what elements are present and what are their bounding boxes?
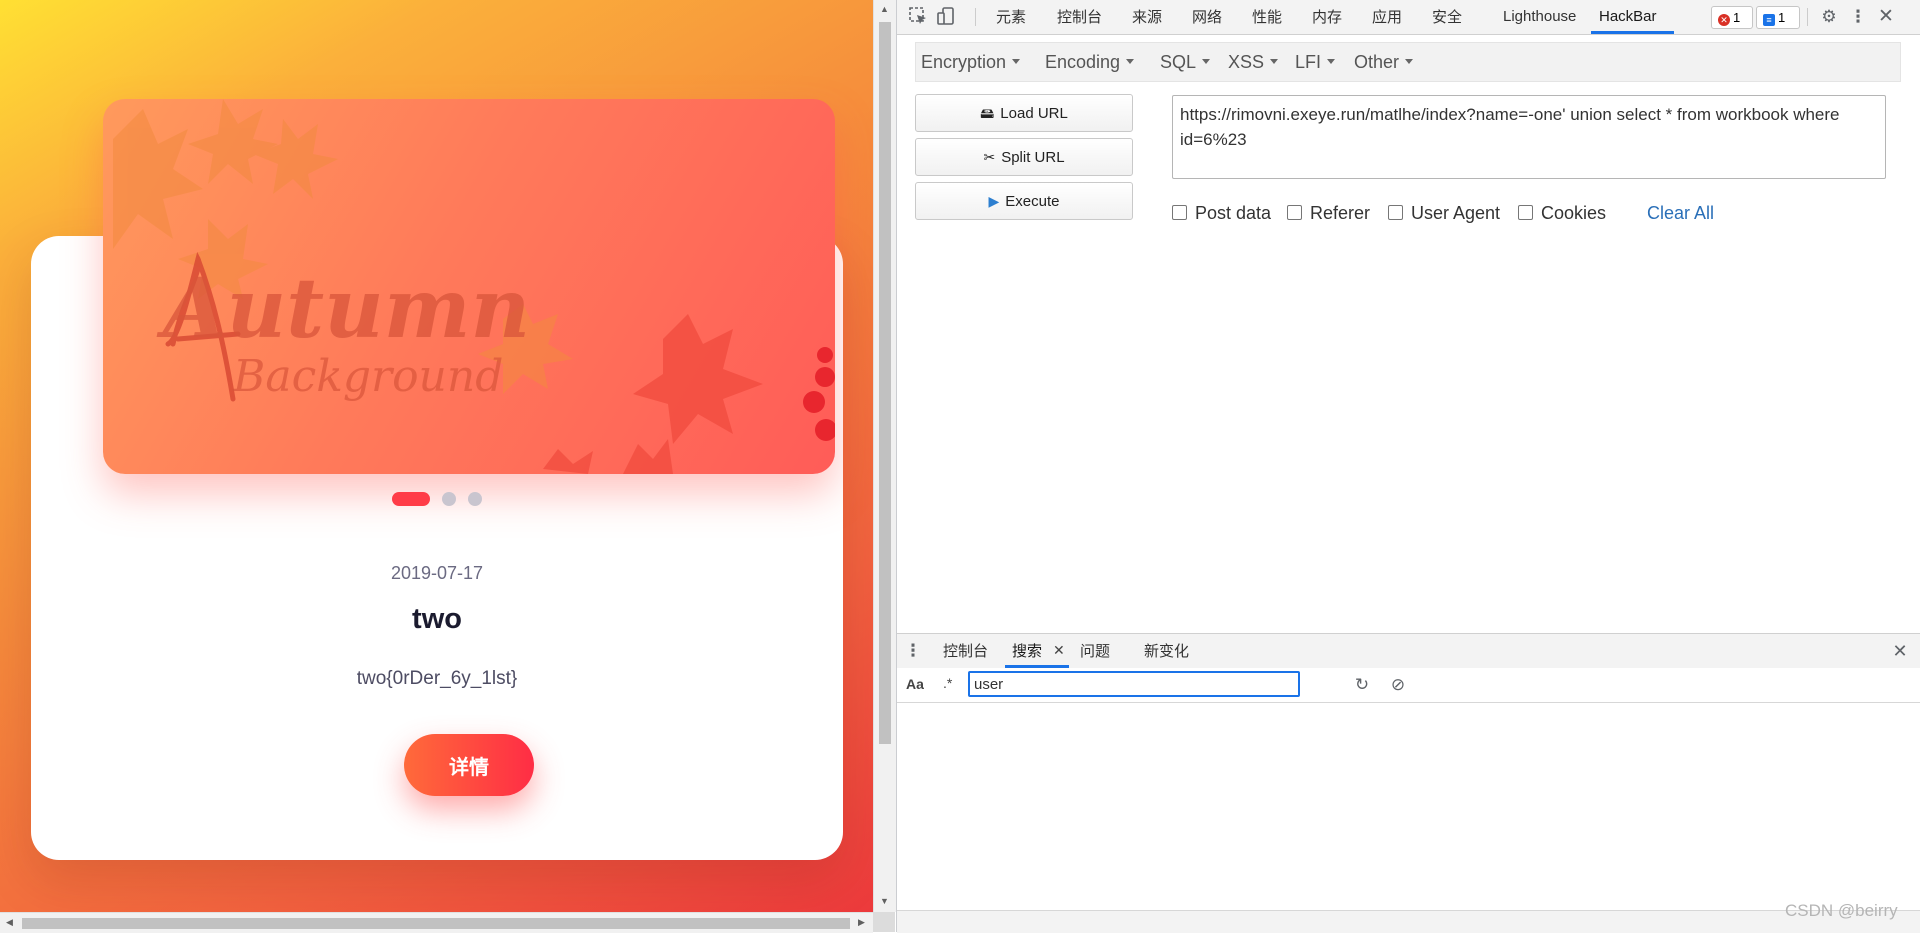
- regex-toggle[interactable]: .*: [943, 675, 952, 691]
- horizontal-scroll-thumb[interactable]: [22, 918, 850, 929]
- tab-network[interactable]: 网络: [1192, 0, 1222, 34]
- vertical-scrollbar[interactable]: ▲ ▼: [873, 0, 896, 912]
- svg-text:Autumn: Autumn: [156, 261, 530, 357]
- tab-hackbar[interactable]: HackBar: [1599, 0, 1657, 34]
- scroll-left-icon[interactable]: ◀: [6, 917, 13, 928]
- slider-dot[interactable]: [468, 492, 482, 506]
- search-toolbar: Aa .* ↻ ⊘: [897, 668, 1920, 703]
- cookies-checkbox[interactable]: Cookies: [1518, 201, 1606, 225]
- drawer-tab-whats-new[interactable]: 新变化: [1144, 634, 1189, 668]
- tab-performance[interactable]: 性能: [1252, 0, 1282, 34]
- devtools-bottom-bar: [897, 910, 1920, 933]
- horizontal-scrollbar[interactable]: ◀ ▶: [0, 912, 873, 933]
- berry: [817, 347, 833, 363]
- menu-encoding[interactable]: Encoding: [1045, 43, 1135, 81]
- svg-text:Background: Background: [232, 351, 503, 402]
- tab-application[interactable]: 应用: [1372, 0, 1402, 34]
- user-agent-checkbox[interactable]: User Agent: [1388, 201, 1500, 225]
- load-url-icon: 🖴: [980, 105, 995, 121]
- slider-dot[interactable]: [442, 492, 456, 506]
- menu-encryption[interactable]: Encryption: [921, 43, 1021, 81]
- watermark: CSDN @beirry: [1785, 901, 1898, 920]
- toolbar-divider: [975, 8, 976, 26]
- error-count-badge[interactable]: ✕ 1: [1711, 6, 1753, 29]
- device-toolbar-icon[interactable]: [935, 6, 957, 28]
- tab-console[interactable]: 控制台: [1057, 0, 1102, 34]
- chevron-down-icon: [1327, 59, 1336, 64]
- message-count-badge[interactable]: ≡ 1: [1756, 6, 1800, 29]
- clear-search-icon[interactable]: ⊘: [1387, 674, 1409, 696]
- devtools-toolbar: 元素 控制台 来源 网络 性能 内存 应用 安全 Lighthouse Hack…: [897, 0, 1920, 35]
- menu-lfi[interactable]: LFI: [1295, 43, 1336, 81]
- tab-elements[interactable]: 元素: [996, 0, 1026, 34]
- url-textarea[interactable]: https://rimovni.exeye.run/matlhe/index?n…: [1172, 95, 1886, 179]
- hackbar-menu: Encryption Encoding SQL XSS LFI Other: [915, 42, 1901, 82]
- post-text: two{0rDer_6y_1lst}: [356, 668, 518, 689]
- play-icon: ▶: [988, 193, 1000, 209]
- referer-checkbox[interactable]: Referer: [1287, 201, 1370, 225]
- load-url-button[interactable]: 🖴 Load URL: [915, 94, 1133, 132]
- post-title: two: [412, 603, 462, 635]
- chevron-down-icon: [1270, 59, 1279, 64]
- close-devtools-icon[interactable]: ✕: [1875, 6, 1897, 28]
- berry: [815, 419, 835, 441]
- post-date: 2019-07-17: [390, 563, 484, 583]
- close-drawer-icon[interactable]: ✕: [1889, 640, 1911, 662]
- active-tab-indicator: [1591, 31, 1674, 34]
- tab-sources[interactable]: 来源: [1132, 0, 1162, 34]
- chevron-down-icon: [1126, 59, 1135, 64]
- tab-lighthouse[interactable]: Lighthouse: [1503, 0, 1576, 34]
- close-search-tab-icon[interactable]: ✕: [1053, 634, 1065, 668]
- tab-memory[interactable]: 内存: [1312, 0, 1342, 34]
- tab-security[interactable]: 安全: [1432, 0, 1462, 34]
- execute-button[interactable]: ▶ Execute: [915, 182, 1133, 220]
- split-url-button[interactable]: ✂ Split URL: [915, 138, 1133, 176]
- match-case-toggle[interactable]: Aa: [906, 676, 924, 692]
- devtools-panel: 元素 控制台 来源 网络 性能 内存 应用 安全 Lighthouse Hack…: [896, 0, 1920, 933]
- berry: [803, 391, 825, 413]
- menu-xss[interactable]: XSS: [1228, 43, 1279, 81]
- toolbar-divider: [1807, 8, 1808, 26]
- menu-sql[interactable]: SQL: [1160, 43, 1211, 81]
- drawer-tab-console[interactable]: 控制台: [943, 634, 988, 668]
- drawer-menu-icon[interactable]: ⋮: [902, 640, 924, 662]
- clear-all-link[interactable]: Clear All: [1647, 201, 1714, 225]
- error-icon: ✕: [1718, 14, 1730, 26]
- details-button[interactable]: 详情: [404, 734, 534, 796]
- drawer-tab-search[interactable]: 搜索: [1012, 634, 1042, 668]
- refresh-icon[interactable]: ↻: [1351, 674, 1373, 696]
- scroll-right-icon[interactable]: ▶: [858, 917, 865, 928]
- menu-other[interactable]: Other: [1354, 43, 1414, 81]
- vertical-scroll-thumb[interactable]: [879, 22, 891, 744]
- scroll-down-icon[interactable]: ▼: [880, 896, 889, 906]
- post-data-checkbox[interactable]: Post data: [1172, 201, 1271, 225]
- slider-dot-active[interactable]: [392, 492, 430, 506]
- web-page-viewport: Autumn Background 2019-07-17 two two{0rD…: [0, 0, 873, 912]
- scissors-icon: ✂: [983, 149, 996, 165]
- gear-icon[interactable]: ⚙: [1818, 6, 1840, 28]
- slider-image: Autumn Background: [103, 99, 835, 474]
- drawer-tabbar: ⋮ 控制台 搜索 ✕ 问题 新变化 ✕: [897, 633, 1920, 669]
- autumn-leaves-illustration: Autumn Background: [113, 99, 763, 474]
- chevron-down-icon: [1405, 59, 1414, 64]
- chevron-down-icon: [1202, 59, 1211, 64]
- inspect-element-icon[interactable]: [907, 6, 929, 28]
- more-options-icon[interactable]: ⋮: [1847, 6, 1869, 28]
- scrollbar-corner: [873, 912, 895, 932]
- berry: [815, 367, 835, 387]
- drawer-tab-issues[interactable]: 问题: [1080, 634, 1110, 668]
- search-input[interactable]: [968, 671, 1300, 697]
- chevron-down-icon: [1012, 59, 1021, 64]
- message-icon: ≡: [1763, 14, 1775, 26]
- scroll-up-icon[interactable]: ▲: [880, 4, 889, 14]
